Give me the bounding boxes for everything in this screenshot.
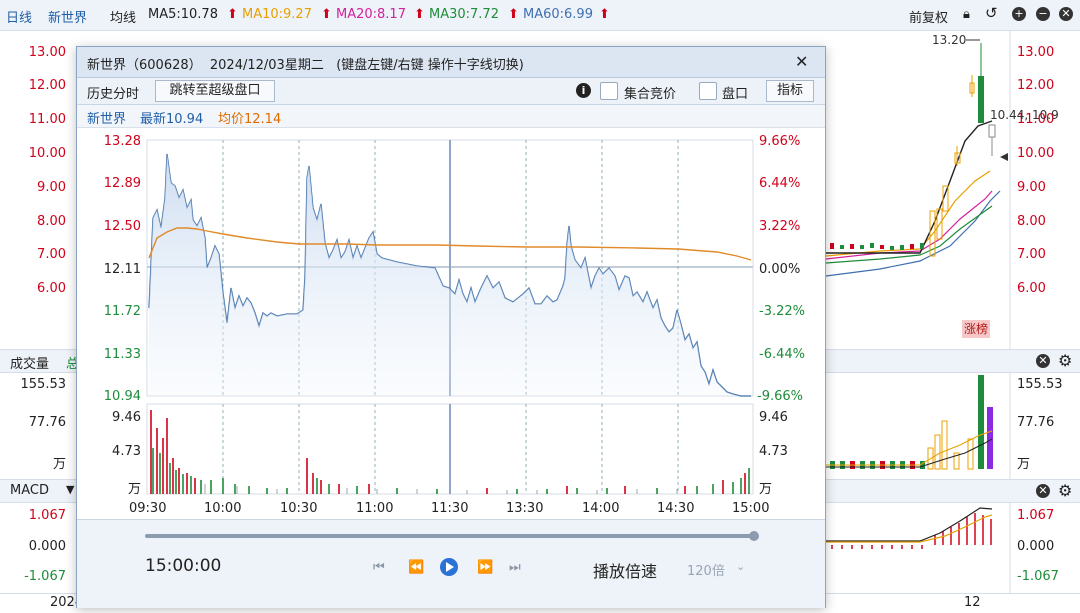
avg-line-label[interactable]: 均线: [110, 7, 136, 26]
time-tick: 15:00: [732, 501, 770, 516]
auction-label: 集合竞价: [624, 87, 677, 102]
date-tick: 12: [964, 595, 981, 610]
info-icon[interactable]: i: [576, 83, 591, 98]
zoom-in-icon[interactable]: +: [1012, 7, 1026, 21]
high-price-label: 13.20: [932, 33, 966, 47]
ma30-value: MA30:7.72: [429, 7, 499, 22]
dialog-toolbar: 历史分时 跳转至超级盘口 i 集合竞价 盘口 指标: [77, 78, 825, 105]
dialog-info-bar: 新世界 最新10.94 均价12.14: [77, 105, 825, 128]
rewind-icon[interactable]: ⏪: [408, 560, 424, 575]
chevron-down-icon[interactable]: ⌄: [736, 560, 745, 573]
stock-name: 新世界: [48, 11, 88, 26]
auction-checkbox[interactable]: [600, 82, 618, 100]
gear-icon[interactable]: ⚙: [1058, 481, 1072, 500]
time-tick: 11:30: [431, 501, 469, 516]
ma30-line: [825, 205, 993, 264]
indicator-bar: 日线 新世界 均线 MA5:10.78 ⬆ MA10:9.27 ⬆ MA20:8…: [0, 0, 1080, 31]
time-tick: 13:30: [506, 501, 544, 516]
fast-forward-icon[interactable]: ⏩: [477, 560, 493, 575]
volume-bars: [830, 375, 993, 470]
ma5-value: MA5:10.78: [148, 7, 218, 22]
intraday-plot: [146, 139, 754, 495]
up-arrow-icon: ⬆: [227, 7, 238, 22]
playback-panel: 15:00:00 ⏮ ⏪ ⏩ ⏭ 播放倍速 120倍 ⌄: [77, 519, 825, 608]
close-icon[interactable]: ✕: [1059, 7, 1073, 21]
ma20-value: MA20:8.17: [336, 7, 406, 22]
play-button[interactable]: [440, 558, 458, 576]
price-pointer-icon: [1000, 153, 1008, 161]
playback-progress-track[interactable]: [145, 534, 755, 538]
intraday-chart[interactable]: 13.28 12.89 12.50 12.11 11.72 11.33 10.9…: [77, 128, 825, 518]
gear-icon[interactable]: ⚙: [1058, 351, 1072, 370]
period-label[interactable]: 日线: [6, 7, 32, 26]
play-icon: [446, 562, 454, 572]
up-arrow-icon: ⬆: [508, 7, 519, 22]
ma60-value: MA60:6.99: [523, 7, 593, 22]
time-tick: 09:30: [129, 501, 167, 516]
playback-time: 15:00:00: [145, 556, 222, 576]
dialog-title: 新世界（600628） 2024/12/03星期二 (键盘左键/右键 操作十字线…: [87, 58, 524, 73]
time-tick: 14:30: [657, 501, 695, 516]
macd-title[interactable]: MACD: [10, 483, 49, 498]
info-stock-name: 新世界: [87, 112, 127, 127]
info-latest-price: 最新10.94: [140, 112, 204, 127]
adjust-label[interactable]: 前复权: [909, 7, 948, 26]
up-arrow-icon: ⬆: [414, 7, 425, 22]
jump-super-pankou-button[interactable]: 跳转至超级盘口: [155, 80, 275, 102]
pankou-label: 盘口: [722, 87, 749, 102]
time-tick: 10:30: [280, 501, 318, 516]
rank-badge[interactable]: 涨榜: [962, 320, 990, 338]
lock-icon[interactable]: 🔒︎: [963, 7, 970, 22]
pankou-checkbox[interactable]: [699, 82, 717, 100]
speed-select[interactable]: 120倍: [687, 560, 725, 579]
up-arrow-icon: ⬆: [321, 7, 332, 22]
close-icon[interactable]: ✕: [1036, 354, 1050, 368]
up-arrow-icon: ⬆: [599, 7, 610, 22]
last-price-label: 10.44, 10.9: [990, 108, 1059, 122]
chevron-down-icon[interactable]: ▼: [66, 483, 74, 496]
zoom-out-icon[interactable]: −: [1036, 7, 1050, 21]
volume-title: 成交量: [10, 357, 50, 372]
time-tick: 14:00: [582, 501, 620, 516]
ma5-line: [826, 120, 993, 254]
ma10-value: MA10:9.27: [242, 7, 312, 22]
history-intraday-dialog[interactable]: 新世界（600628） 2024/12/03星期二 (键盘左键/右键 操作十字线…: [76, 46, 826, 608]
skip-forward-icon[interactable]: ⏭: [509, 560, 521, 575]
playback-progress-handle[interactable]: [749, 531, 759, 541]
speed-label: 播放倍速: [593, 562, 658, 581]
tab-history-intraday[interactable]: 历史分时: [87, 83, 139, 102]
close-icon[interactable]: ✕: [795, 52, 808, 71]
reset-icon[interactable]: ↺: [985, 4, 998, 22]
candles: [830, 43, 996, 257]
ma10-line: [825, 170, 991, 257]
indicator-button[interactable]: 指标: [766, 80, 814, 102]
close-icon[interactable]: ✕: [1036, 484, 1050, 498]
info-avg-price: 均价12.14: [218, 112, 282, 127]
time-tick: 11:00: [356, 501, 394, 516]
skip-back-icon[interactable]: ⏮: [373, 560, 385, 575]
dialog-title-bar[interactable]: 新世界（600628） 2024/12/03星期二 (键盘左键/右键 操作十字线…: [77, 47, 825, 78]
ma60-line: [825, 190, 1001, 277]
time-tick: 10:00: [204, 501, 242, 516]
